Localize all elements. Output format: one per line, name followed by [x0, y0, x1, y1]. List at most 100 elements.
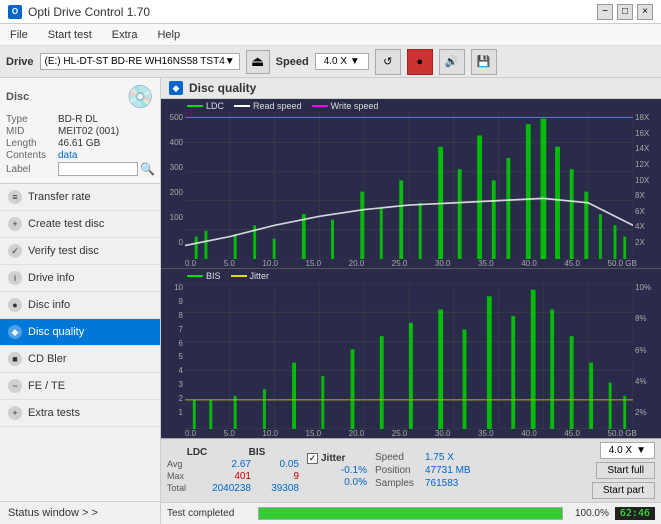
stats-max-row: Max 401 9: [167, 471, 299, 482]
sidebar-item-fe-te[interactable]: ~ FE / TE: [0, 373, 160, 400]
stats-columns: LDC BIS Avg 2.67 0.05 Max 401 9 Total 20…: [167, 447, 299, 494]
maximize-button[interactable]: □: [617, 4, 633, 20]
samples-value: 761583: [425, 478, 458, 489]
legend-jitter-color: [231, 275, 247, 277]
toolbar-btn-1[interactable]: ↺: [375, 49, 401, 75]
top-chart-body: 500 400 300 200 100 0: [161, 113, 661, 259]
speed-dropdown-value: 4.0 X: [609, 445, 632, 456]
menu-start-test[interactable]: Start test: [42, 27, 98, 43]
type-label: Type: [6, 114, 58, 125]
speed-row: Speed 1.75 X: [375, 452, 584, 463]
window-controls: − □ ×: [597, 4, 653, 20]
jitter-header: ✓ Jitter: [307, 453, 367, 464]
speed-dropdown[interactable]: 4.0 X ▼: [600, 442, 655, 459]
legend-writespeed-label: Write speed: [331, 101, 379, 111]
menu-file[interactable]: File: [4, 27, 34, 43]
position-row: Position 47731 MB: [375, 465, 584, 476]
label-label: Label: [6, 164, 58, 175]
length-value: 46.61 GB: [58, 138, 100, 149]
toolbar-btn-3[interactable]: 🔊: [439, 49, 465, 75]
drive-dropdown-arrow: ▼: [225, 56, 235, 67]
col-header-ldc: LDC: [167, 447, 227, 458]
legend-jitter-label: Jitter: [250, 271, 270, 281]
disc-quality-icon: ◆: [8, 325, 22, 339]
legend-readspeed: Read speed: [234, 101, 302, 111]
fe-te-label: FE / TE: [28, 380, 65, 392]
progress-bar-area: Test completed 100.0% 62:46: [161, 502, 661, 524]
sidebar-item-cd-bler[interactable]: ■ CD Bler: [0, 346, 160, 373]
progress-percent: 100.0%: [569, 508, 609, 519]
sidebar: Disc 💿 Type BD-R DL MID MEIT02 (001) Len…: [0, 78, 161, 524]
sidebar-item-disc-quality[interactable]: ◆ Disc quality: [0, 319, 160, 346]
toolbar-btn-2[interactable]: ●: [407, 49, 433, 75]
samples-key: Samples: [375, 478, 421, 489]
sidebar-item-transfer-rate[interactable]: ≡ Transfer rate: [0, 184, 160, 211]
speed-value: 1.75 X: [425, 452, 454, 463]
legend-ldc: LDC: [187, 101, 224, 111]
disc-quality-label: Disc quality: [28, 326, 84, 338]
speed-key: Speed: [375, 452, 421, 463]
stats-total-row: Total 2040238 39308: [167, 483, 299, 494]
position-key: Position: [375, 465, 421, 476]
disc-label-input[interactable]: [58, 162, 138, 176]
legend-writespeed: Write speed: [312, 101, 379, 111]
close-button[interactable]: ×: [637, 4, 653, 20]
jitter-max: 0.0%: [307, 477, 367, 488]
sidebar-item-create-test-disc[interactable]: + Create test disc: [0, 211, 160, 238]
stats-bar: LDC BIS Avg 2.67 0.05 Max 401 9 Total 20…: [161, 438, 661, 502]
status-window-button[interactable]: Status window > >: [0, 501, 160, 524]
menu-help[interactable]: Help: [151, 27, 186, 43]
speed-value: 4.0 X: [324, 56, 347, 67]
speed-select[interactable]: 4.0 X ▼: [315, 53, 369, 70]
drive-select[interactable]: (E:) HL-DT-ST BD-RE WH16NS58 TST4 ▼: [40, 53, 240, 70]
disc-info-icon: ●: [8, 298, 22, 312]
verify-test-disc-label: Verify test disc: [28, 245, 99, 257]
disc-section-label: Disc: [6, 91, 29, 103]
label-search-icon[interactable]: 🔍: [140, 162, 155, 176]
stats-avg-row: Avg 2.67 0.05: [167, 459, 299, 470]
minimize-button[interactable]: −: [597, 4, 613, 20]
toolbar-btn-4[interactable]: 💾: [471, 49, 497, 75]
jitter-section: ✓ Jitter -0.1% 0.0%: [307, 453, 367, 488]
start-full-button[interactable]: Start full: [596, 462, 655, 479]
legend-bis: BIS: [187, 271, 221, 281]
top-y-axis-right: 18X 16X 14X 12X 10X 8X 6X 4X 2X: [633, 113, 661, 259]
drive-info-label: Drive info: [28, 272, 74, 284]
time-display: 62:46: [615, 507, 655, 520]
stats-total-bis: 39308: [251, 483, 299, 494]
sidebar-item-disc-info[interactable]: ● Disc info: [0, 292, 160, 319]
bottom-chart-svg: [185, 283, 633, 429]
bottom-x-axis: 0.0 5.0 10.0 15.0 20.0 25.0 30.0 35.0 40…: [161, 429, 661, 438]
legend-bis-color: [187, 275, 203, 277]
main-layout: Disc 💿 Type BD-R DL MID MEIT02 (001) Len…: [0, 78, 661, 524]
sidebar-item-drive-info[interactable]: i Drive info: [0, 265, 160, 292]
stats-avg-label: Avg: [167, 459, 203, 470]
disc-quality-header: ◆ Disc quality: [161, 78, 661, 99]
start-part-button[interactable]: Start part: [592, 482, 655, 499]
legend-ldc-label: LDC: [206, 101, 224, 111]
stats-header-row: LDC BIS: [167, 447, 299, 458]
menu-extra[interactable]: Extra: [106, 27, 144, 43]
mid-label: MID: [6, 126, 58, 137]
stats-max-ldc: 401: [203, 471, 251, 482]
disc-info-label: Disc info: [28, 299, 70, 311]
bottom-chart-body: 10 9 8 7 6 5 4 3 2 1: [161, 283, 661, 429]
jitter-max-val: 0.0%: [307, 477, 367, 488]
legend-jitter: Jitter: [231, 271, 270, 281]
legend-readspeed-label: Read speed: [253, 101, 302, 111]
mid-value: MEIT02 (001): [58, 126, 119, 137]
jitter-avg: -0.1%: [307, 465, 367, 476]
drive-label: Drive: [6, 56, 34, 68]
top-y-axis-left: 500 400 300 200 100 0: [161, 113, 185, 259]
drive-info-icon: i: [8, 271, 22, 285]
top-chart-area: LDC Read speed Write speed 500 400 300: [161, 99, 661, 268]
contents-label: Contents: [6, 150, 58, 161]
legend-bis-label: BIS: [206, 271, 221, 281]
bottom-chart-area: BIS Jitter 10 9 8 7 6 5 4 3: [161, 268, 661, 438]
fe-te-icon: ~: [8, 379, 22, 393]
sidebar-item-verify-test-disc[interactable]: ✓ Verify test disc: [0, 238, 160, 265]
disc-quality-title: Disc quality: [189, 81, 256, 95]
eject-button[interactable]: ⏏: [246, 50, 270, 74]
sidebar-item-extra-tests[interactable]: + Extra tests: [0, 400, 160, 427]
jitter-checkbox[interactable]: ✓: [307, 453, 318, 464]
